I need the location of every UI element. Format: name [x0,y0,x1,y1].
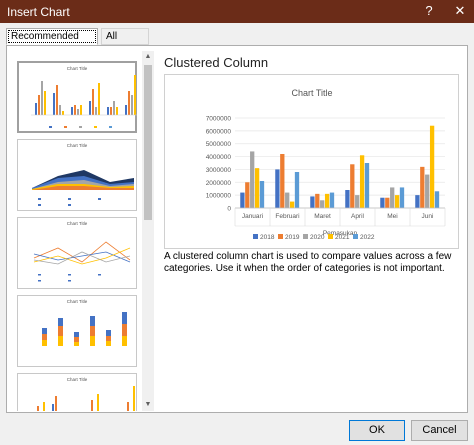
title-bar: Insert Chart ? ✕ [0,0,474,23]
x-tick-label: Mei [387,213,397,220]
bar-2021-Januari [254,168,260,208]
bar-2022-Juni [434,191,440,208]
y-tick-label: 1000000 [206,193,232,200]
scroll-down-arrow[interactable]: ▼ [142,399,154,411]
bar-2020-Mei [390,187,395,208]
x-tick-label: Januari [242,213,263,220]
bar-2018-Februari [275,169,280,208]
bar-2018-Januari [240,192,245,208]
bar-2022-Februari [294,172,300,208]
y-tick-label: 7000000 [206,116,232,123]
y-tick-label: 6000000 [206,128,232,135]
window-title: Insert Chart [7,5,70,19]
y-tick-label: 5000000 [206,141,232,148]
bar-2022-April [364,163,370,208]
bar-2022-Januari [259,181,265,208]
recommended-charts-panel: Chart Title Chart Title Chart Title Char… [6,45,468,413]
thumbnail-chart-graphic [31,75,137,128]
bar-2019-April [350,164,355,208]
thumbnail-chart-graphic [33,241,131,282]
bar-2020-Januari [250,151,255,208]
legend-label-2021: 2021 [335,234,350,241]
close-button[interactable]: ✕ [446,0,474,23]
tab-all-charts[interactable]: All Charts [101,28,149,57]
chart-thumbnail-list[interactable]: Chart Title Chart Title Chart Title Char… [11,51,147,411]
bar-2022-Maret [329,192,335,208]
thumbnail-scrollbar[interactable]: ▲ ▼ [142,51,154,411]
bar-2018-April [345,190,350,208]
x-tick-label: April [351,213,365,220]
thumbnail-stacked-area[interactable]: Chart Title [17,139,137,211]
bar-2019-Maret [315,193,320,208]
chart-title: Chart Title [291,88,332,98]
help-button[interactable]: ? [415,0,443,23]
bar-2018-Maret [310,196,315,208]
thumbnail-stacked-column[interactable]: Chart Title [17,295,137,367]
bar-2020-Februari [285,192,290,208]
bar-2022-Mei [399,187,405,208]
y-tick-label: 2000000 [206,180,232,187]
legend-swatch-2020 [303,234,308,239]
scroll-thumb[interactable] [144,65,152,220]
tab-recommended-charts[interactable]: Recommended Charts [6,28,98,57]
bar-2020-Juni [425,174,430,208]
thumbnail-chart-graphic [42,312,127,346]
bar-2020-April [355,195,360,208]
thumbnail-clustered-column-2[interactable]: Chart Title [17,373,137,411]
bar-2021-April [359,155,365,208]
bar-2019-Mei [385,197,390,208]
ok-button[interactable]: OK [349,420,405,441]
thumbnail-chart-graphic [32,170,134,206]
legend-label-2018: 2018 [260,234,275,241]
bar-2019-Februari [280,154,285,208]
y-tick-label: 4000000 [206,154,232,161]
thumbnail-clustered-column[interactable]: Chart Title [17,61,137,133]
y-tick-label: 0 [227,206,231,213]
legend-swatch-2021 [328,234,333,239]
bar-2019-Januari [245,182,250,208]
bar-2021-Februari [289,201,295,208]
legend-label-2022: 2022 [360,234,375,241]
thumbnail-chart-graphic [37,386,135,411]
bar-2021-Juni [429,125,435,208]
y-tick-label: 3000000 [206,167,232,174]
thumbnail-line[interactable]: Chart Title [17,217,137,289]
cancel-button[interactable]: Cancel [411,420,468,441]
legend-label-2020: 2020 [310,234,325,241]
bar-2021-Mei [394,195,400,208]
preview-chart-name: Clustered Column [164,55,269,70]
bar-2019-Juni [420,166,425,208]
legend-swatch-2022 [353,234,358,239]
preview-chart-svg: Chart Title 0 1000000 2000000 3000000 4000000… [206,88,446,241]
bar-2018-Juni [415,195,420,208]
legend-label-2019: 2019 [285,234,300,241]
chart-preview: Chart Title 0 1000000 2000000 3000000 4000000… [164,74,459,249]
bar-2018-Mei [380,197,385,208]
x-tick-label: Juni [422,213,434,220]
scroll-up-arrow[interactable]: ▲ [142,51,154,63]
x-tick-label: Februari [275,213,299,220]
x-tick-label: Maret [314,213,331,220]
legend-swatch-2018 [253,234,258,239]
legend-swatch-2019 [278,234,283,239]
chart-description: A clustered column chart is used to comp… [164,251,452,274]
bar-2020-Maret [320,200,325,208]
bar-2021-Maret [324,193,330,208]
